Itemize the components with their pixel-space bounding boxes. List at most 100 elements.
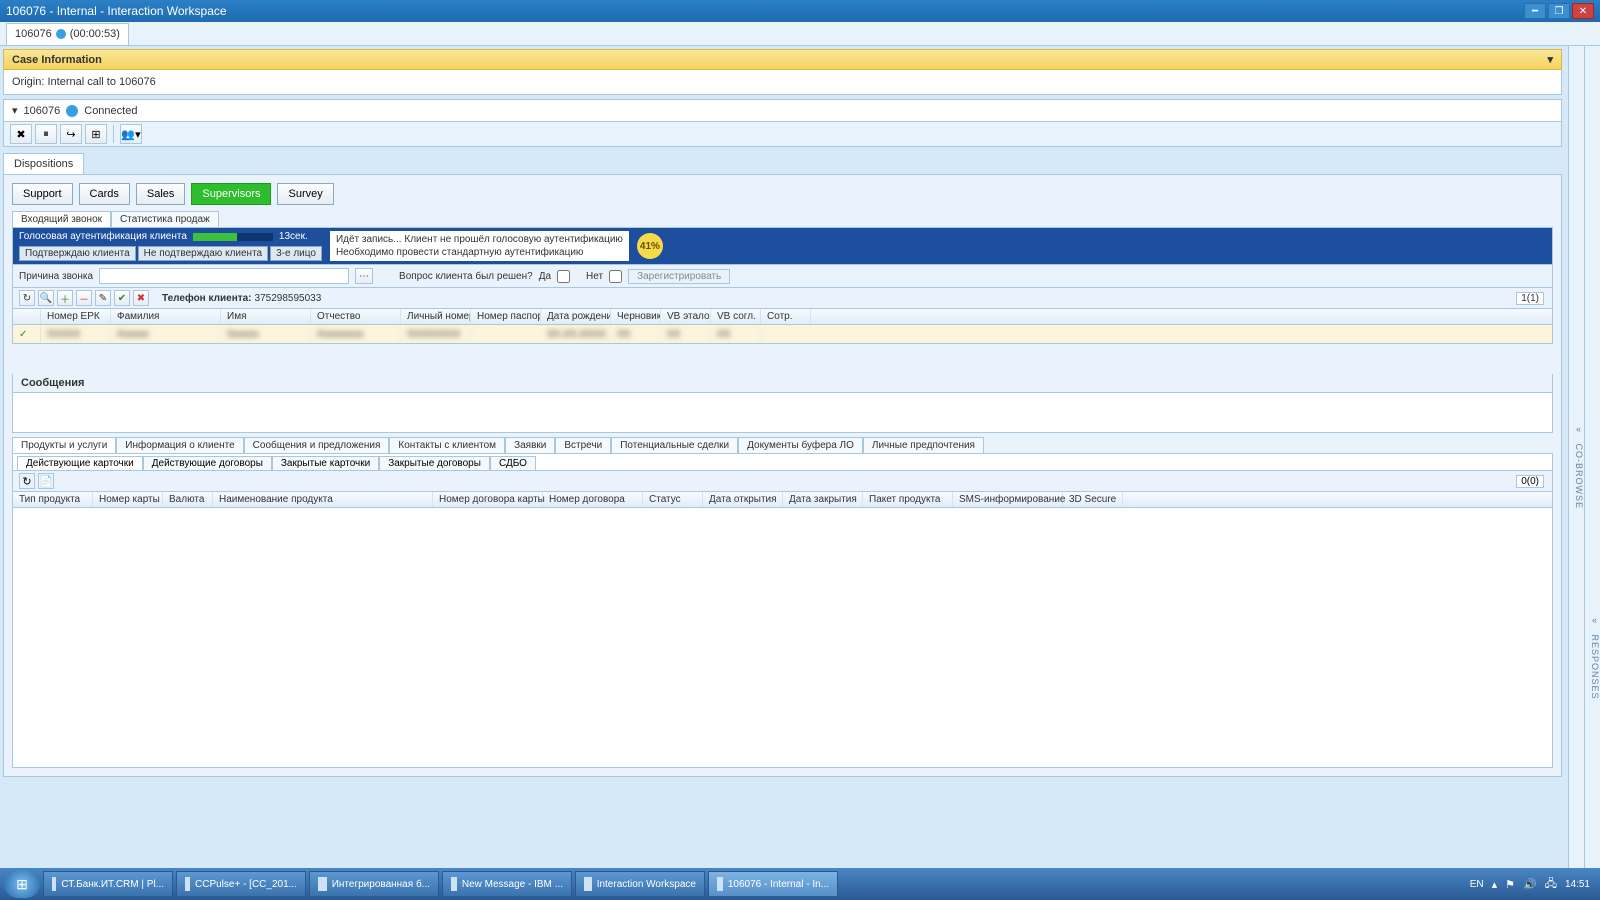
lang-indicator[interactable]: EN <box>1470 879 1484 890</box>
dispositions-panel: Support Cards Sales Supervisors Survey В… <box>3 174 1562 777</box>
collapse-icon[interactable]: ▾ <box>1547 53 1553 66</box>
tab-client-info[interactable]: Информация о клиенте <box>116 437 243 453</box>
subtab-closed-contracts[interactable]: Закрытые договоры <box>379 456 490 470</box>
yes-checkbox[interactable] <box>557 270 570 283</box>
app-icon <box>584 877 592 891</box>
connected-bar: ▾ 106076 Connected <box>3 99 1562 122</box>
app-icon <box>185 877 190 891</box>
voice-auth-panel: Голосовая аутентификация клиента 13сек. … <box>12 227 1553 265</box>
category-support[interactable]: Support <box>12 183 73 205</box>
check-icon: ✓ <box>13 327 41 342</box>
keypad-button[interactable]: ⊞ <box>85 124 107 144</box>
session-tab[interactable]: 106076 (00:00:53) <box>6 23 129 45</box>
client-grid: Номер ЕРК Фамилия Имя Отчество Личный но… <box>12 309 1553 344</box>
category-buttons: Support Cards Sales Supervisors Survey <box>12 183 1553 205</box>
client-toolbar: ↻ 🔍 ＋ － ✎ ✔ ✖ Телефон клиента: 375298595… <box>12 288 1553 309</box>
clock[interactable]: 14:51 <box>1565 879 1590 890</box>
messages-header[interactable]: Сообщения <box>12 374 1553 393</box>
subtab-incoming-call[interactable]: Входящий звонок <box>12 211 111 227</box>
taskbar-item[interactable]: CCPulse+ - [CC_201... <box>176 871 306 897</box>
third-party-button[interactable]: 3-е лицо <box>270 246 322 261</box>
tray-network-icon[interactable]: 🖧 <box>1545 875 1557 894</box>
taskbar-item[interactable]: СТ.Банк.ИТ.CRM | Pl... <box>43 871 173 897</box>
search-button[interactable]: 🔍 <box>38 290 54 306</box>
add-button[interactable]: ＋ <box>57 290 73 306</box>
taskbar-item-active[interactable]: 106076 - Internal - In... <box>708 871 838 897</box>
responses-rail[interactable]: « RESPONSES <box>1584 46 1600 868</box>
taskbar: ⊞ СТ.Банк.ИТ.CRM | Pl... CCPulse+ - [CC_… <box>0 868 1600 900</box>
lower-tabs: Продукты и услуги Информация о клиенте С… <box>12 437 1553 453</box>
minimize-button[interactable]: ━ <box>1524 3 1546 19</box>
voice-percent-badge: 41% <box>637 233 663 259</box>
tab-contacts[interactable]: Контакты с клиентом <box>389 437 505 453</box>
subtab-sales-stats[interactable]: Статистика продаж <box>111 211 219 227</box>
connected-status: Connected <box>84 105 137 117</box>
app-icon <box>451 877 457 891</box>
origin-label: Origin: <box>12 76 44 88</box>
origin-value: Internal call to 106076 <box>47 76 155 88</box>
party-button[interactable]: 👥▾ <box>120 124 142 144</box>
phone-label: Телефон клиента: <box>162 293 252 304</box>
category-sales[interactable]: Sales <box>136 183 186 205</box>
hangup-button[interactable]: ✖ <box>10 124 32 144</box>
refresh-button[interactable]: ↻ <box>19 290 35 306</box>
tab-deals[interactable]: Потенциальные сделки <box>611 437 738 453</box>
tray-volume-icon[interactable]: 🔊 <box>1523 878 1537 891</box>
confirm-client-button[interactable]: Подтверждаю клиента <box>19 246 136 261</box>
category-cards[interactable]: Cards <box>79 183 130 205</box>
call-toolbar: ✖ ⏸ ↪ ⊞ 👥▾ <box>3 122 1562 147</box>
hold-button[interactable]: ⏸ <box>35 124 57 144</box>
tab-buffer-docs[interactable]: Документы буфера ЛО <box>738 437 863 453</box>
chevron-left-icon: « <box>1592 615 1598 625</box>
chevron-down-icon[interactable]: ▾ <box>12 104 18 117</box>
reason-lookup-button[interactable]: ⋯ <box>355 268 373 284</box>
reason-row: Причина звонка ⋯ Вопрос клиента был реше… <box>12 265 1553 288</box>
client-count: 1(1) <box>1516 292 1544 305</box>
tab-dispositions[interactable]: Dispositions <box>3 153 84 174</box>
tab-messages-offers[interactable]: Сообщения и предложения <box>244 437 390 453</box>
subtab-active-cards[interactable]: Действующие карточки <box>17 456 143 470</box>
system-tray: EN ▴ ⚑ 🔊 🖧 14:51 <box>1470 875 1596 894</box>
tab-requests[interactable]: Заявки <box>505 437 555 453</box>
remove-button[interactable]: － <box>76 290 92 306</box>
subtab-active-contracts[interactable]: Действующие договоры <box>143 456 272 470</box>
cobrowse-rail[interactable]: « CO-BROWSE <box>1568 46 1584 868</box>
chevron-left-icon: « <box>1576 424 1582 434</box>
prod-view-button[interactable]: 📄 <box>38 473 54 489</box>
start-button[interactable]: ⊞ <box>4 870 40 898</box>
voice-progress-bar <box>193 233 273 241</box>
taskbar-item[interactable]: Интегрированная б... <box>309 871 439 897</box>
reject-button[interactable]: ✖ <box>133 290 149 306</box>
tab-preferences[interactable]: Личные предпочтения <box>863 437 984 453</box>
category-survey[interactable]: Survey <box>277 183 333 205</box>
tab-meetings[interactable]: Встречи <box>555 437 611 453</box>
window-titlebar: 106076 - Internal - Interaction Workspac… <box>0 0 1600 22</box>
deny-client-button[interactable]: Не подтверждаю клиента <box>138 246 268 261</box>
tab-products[interactable]: Продукты и услуги <box>12 437 116 453</box>
product-grid-header: Тип продукта Номер карты Валюта Наименов… <box>12 492 1553 508</box>
no-label: Нет <box>586 271 603 282</box>
no-checkbox[interactable] <box>609 270 622 283</box>
accept-button[interactable]: ✔ <box>114 290 130 306</box>
product-grid-body <box>12 508 1553 768</box>
taskbar-item[interactable]: New Message - IBM ... <box>442 871 572 897</box>
edit-button[interactable]: ✎ <box>95 290 111 306</box>
subtab-closed-cards[interactable]: Закрытые карточки <box>272 456 379 470</box>
case-info-header[interactable]: Case Information ▾ <box>3 49 1562 70</box>
product-toolbar: ↻ 📄 0(0) <box>12 471 1553 492</box>
transfer-button[interactable]: ↪ <box>60 124 82 144</box>
tray-flag-icon[interactable]: ⚑ <box>1505 878 1515 891</box>
register-button[interactable]: Зарегистрировать <box>628 269 730 284</box>
taskbar-item[interactable]: Interaction Workspace <box>575 871 705 897</box>
reason-input[interactable] <box>99 268 349 284</box>
tray-up-icon[interactable]: ▴ <box>1492 878 1498 891</box>
prod-refresh-button[interactable]: ↻ <box>19 473 35 489</box>
subtab-sdbo[interactable]: СДБО <box>490 456 536 470</box>
messages-body <box>12 393 1553 433</box>
category-supervisors[interactable]: Supervisors <box>191 183 271 205</box>
connected-id: 106076 <box>24 105 61 117</box>
maximize-button[interactable]: ❐ <box>1548 3 1570 19</box>
call-status-icon <box>66 105 78 117</box>
client-row[interactable]: ✓ XXXXX Xxxxxx Xxxxxx Xxxxxxxxx XXXXXXXX… <box>13 325 1552 343</box>
close-button[interactable]: ✕ <box>1572 3 1594 19</box>
